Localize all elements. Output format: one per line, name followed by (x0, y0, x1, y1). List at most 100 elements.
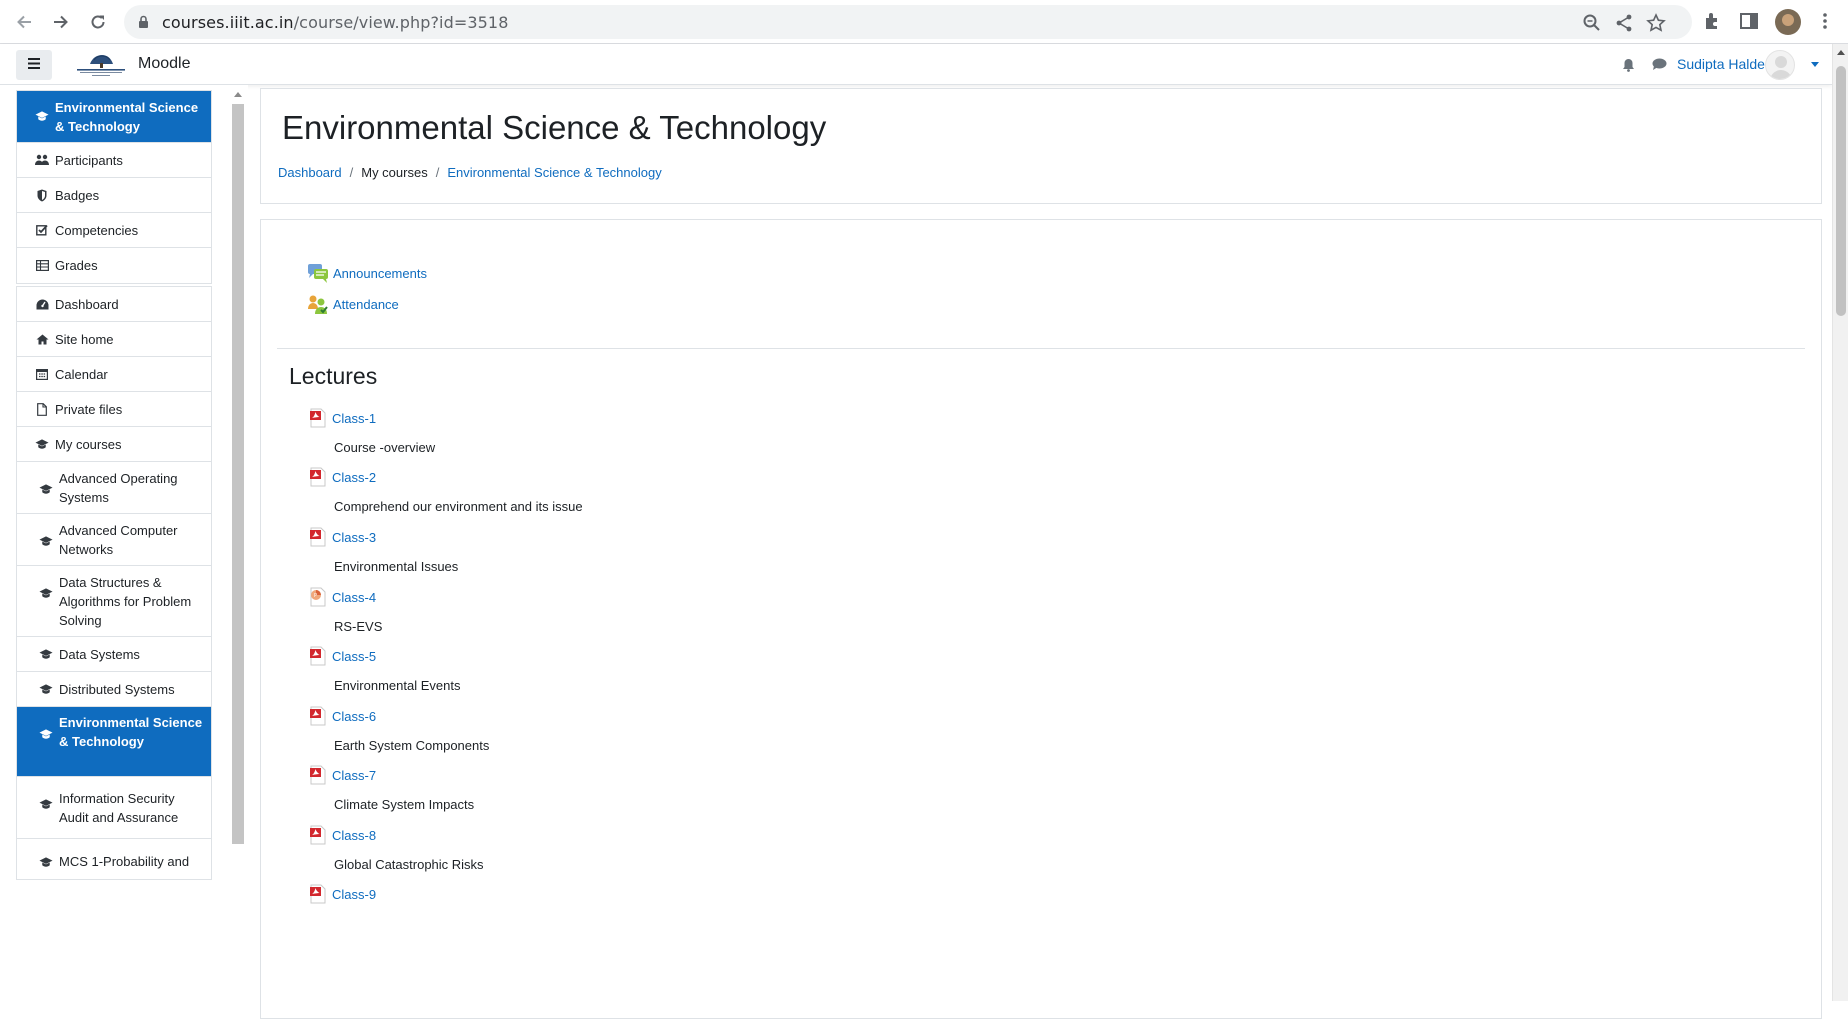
breadcrumb-dashboard[interactable]: Dashboard (278, 165, 342, 180)
nav-course-data-systems[interactable]: Data Systems (17, 637, 211, 672)
forum-icon (307, 262, 329, 284)
page-title: Environmental Science & Technology (282, 109, 827, 146)
hamburger-icon (28, 56, 40, 74)
graduation-cap-icon (39, 586, 53, 600)
site-logo[interactable] (74, 50, 128, 80)
graduation-cap-icon (39, 797, 53, 811)
nav-private-files[interactable]: Private files (17, 392, 211, 427)
pdf-icon (309, 467, 327, 487)
reload-icon[interactable] (85, 9, 111, 35)
lecture-title[interactable]: Class-9 (332, 887, 376, 902)
nav-calendar[interactable]: Calendar (17, 357, 211, 392)
course-content: Announcements Attendance Lectures Class-… (260, 219, 1822, 1019)
lecture-description: Climate System Impacts (334, 797, 475, 812)
breadcrumb-my-courses: My courses (361, 165, 428, 180)
breadcrumb: Dashboard / My courses / Environmental S… (278, 165, 662, 180)
profile-avatar[interactable] (1775, 9, 1801, 35)
moodle-navbar: Moodle Sudipta Halder (0, 44, 1832, 85)
lecture-title[interactable]: Class-7 (332, 768, 376, 783)
user-menu-name[interactable]: Sudipta Halder (1677, 56, 1770, 72)
breadcrumb-separator: / (349, 165, 354, 180)
activity-announcements[interactable]: Announcements (307, 261, 427, 285)
nav-course-isaa[interactable]: Information Security Audit and Assurance (17, 777, 211, 839)
bookmark-star-icon[interactable] (1646, 13, 1666, 33)
nav-dashboard[interactable]: Dashboard (17, 287, 211, 322)
lecture-link[interactable]: Class-7 (309, 764, 376, 786)
activity-attendance[interactable]: Attendance (307, 292, 399, 316)
powerpoint-icon: P (309, 587, 327, 607)
forward-icon[interactable] (48, 9, 74, 35)
lecture-link[interactable]: Class-9 (309, 883, 376, 905)
lecture-title[interactable]: Class-5 (332, 649, 376, 664)
user-menu-caret-icon[interactable] (1811, 62, 1819, 67)
nav-grades[interactable]: Grades (17, 248, 211, 283)
lecture-link[interactable]: Class-3 (309, 526, 376, 548)
nav-my-courses[interactable]: My courses (17, 427, 211, 462)
table-icon (35, 259, 49, 273)
zoom-icon[interactable] (1582, 13, 1602, 33)
lecture-title[interactable]: Class-3 (332, 530, 376, 545)
lecture-link[interactable]: Class-1 (309, 407, 376, 429)
dashboard-icon (35, 297, 49, 311)
lecture-title[interactable]: Class-8 (332, 828, 376, 843)
chrome-menu-icon[interactable] (1814, 10, 1838, 34)
section-divider (277, 348, 1805, 349)
drawer-toggle-button[interactable] (16, 50, 52, 80)
pdf-icon (309, 408, 327, 428)
nav-competencies[interactable]: Competencies (17, 213, 211, 248)
page-scrollbar-thumb[interactable] (1836, 66, 1846, 316)
nav-participants[interactable]: Participants (17, 143, 211, 178)
user-avatar[interactable] (1765, 50, 1795, 80)
pdf-icon (309, 706, 327, 726)
lecture-title[interactable]: Class-2 (332, 470, 376, 485)
check-square-icon (35, 223, 49, 237)
lecture-title[interactable]: Class-1 (332, 411, 376, 426)
drawer-scrollbar-thumb[interactable] (232, 104, 244, 844)
lecture-link[interactable]: P Class-4 (309, 586, 376, 608)
attendance-icon (307, 293, 329, 315)
back-icon[interactable] (11, 9, 37, 35)
nav-badges[interactable]: Badges (17, 178, 211, 213)
attendance-link[interactable]: Attendance (333, 297, 399, 312)
calendar-icon (35, 367, 49, 381)
nav-course-aos[interactable]: Advanced Operating Systems (17, 462, 211, 514)
breadcrumb-course[interactable]: Environmental Science & Technology (447, 165, 661, 180)
section-title-lectures: Lectures (289, 363, 378, 389)
graduation-cap-icon (39, 727, 53, 741)
users-icon (35, 153, 49, 167)
lecture-link[interactable]: Class-8 (309, 824, 376, 846)
announcements-link[interactable]: Announcements (333, 266, 427, 281)
side-panel-icon[interactable] (1738, 10, 1762, 34)
nav-course-mcs1[interactable]: MCS 1-Probability and (17, 839, 211, 879)
site-name-link[interactable]: Moodle (138, 55, 190, 73)
nav-current-course[interactable]: Environmental Science & Technology (17, 91, 211, 143)
lecture-link[interactable]: Class-6 (309, 705, 376, 727)
lecture-link[interactable]: Class-2 (309, 466, 376, 488)
lecture-link[interactable]: Class-5 (309, 645, 376, 667)
lecture-description: Environmental Issues (334, 559, 459, 574)
notification-bell-icon[interactable] (1622, 58, 1635, 77)
messages-icon[interactable] (1652, 58, 1667, 76)
pdf-icon (309, 825, 327, 845)
nav-course-dsa[interactable]: Data Structures & Algorithms for Problem… (17, 566, 211, 637)
graduation-cap-icon (35, 437, 49, 451)
nav-course-est-active[interactable]: Environmental Science & Technology (17, 707, 211, 777)
lecture-title[interactable]: Class-6 (332, 709, 376, 724)
share-icon[interactable] (1614, 13, 1634, 33)
scroll-up-icon[interactable] (1837, 50, 1845, 55)
address-bar[interactable]: courses.iiit.ac.in/course/view.php?id=35… (124, 5, 1692, 39)
nav-course-acn[interactable]: Advanced Computer Networks (17, 514, 211, 566)
file-icon (35, 402, 49, 416)
url-text: courses.iiit.ac.in/course/view.php?id=35… (162, 13, 509, 32)
drawer-scroll-up-icon[interactable] (234, 92, 242, 97)
lecture-title[interactable]: Class-4 (332, 590, 376, 605)
nav-course-distributed[interactable]: Distributed Systems (17, 672, 211, 707)
page-scrollbar[interactable] (1832, 44, 1848, 1001)
lecture-description: Comprehend our environment and its issue (334, 499, 583, 514)
graduation-cap-icon (39, 482, 53, 496)
extensions-icon[interactable] (1702, 10, 1726, 34)
lecture-description: RS-EVS (334, 619, 383, 634)
nav-site-home[interactable]: Site home (17, 322, 211, 357)
drawer-scrollbar[interactable] (230, 92, 244, 1001)
graduation-cap-icon (39, 534, 53, 548)
